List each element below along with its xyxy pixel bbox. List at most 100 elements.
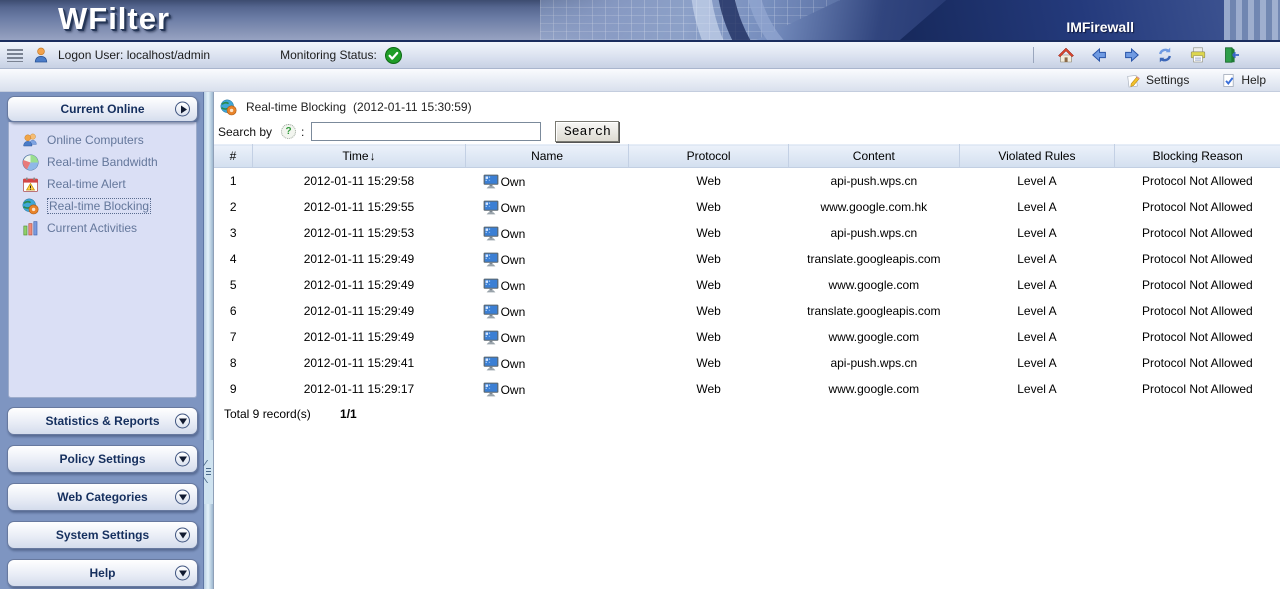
sidebar-panel-current-online[interactable]: Current Online [7, 96, 198, 122]
cell-num: 2 [214, 194, 252, 220]
cell-num: 7 [214, 324, 252, 350]
globe-gear-icon [220, 99, 237, 116]
cell-blocking-reason: Protocol Not Allowed [1115, 298, 1280, 324]
table-row: 42012-01-11 15:29:49OwnWebtranslate.goog… [214, 246, 1280, 272]
expand-arrow-icon[interactable] [175, 452, 190, 467]
cell-time: 2012-01-11 15:29:49 [252, 272, 465, 298]
cell-num: 9 [214, 376, 252, 402]
sidebar-panel-statistics-reports[interactable]: Statistics & Reports [7, 407, 198, 435]
cell-protocol: Web [629, 298, 789, 324]
cell-blocking-reason: Protocol Not Allowed [1115, 168, 1280, 195]
column-header-protocol[interactable]: Protocol [629, 145, 789, 168]
cell-time: 2012-01-11 15:29:55 [252, 194, 465, 220]
main-toolbar: Logon User: localhost/admin Monitoring S… [0, 42, 1280, 69]
cell-name: Own [466, 376, 629, 402]
cell-name: Own [466, 350, 629, 376]
computer-icon [483, 356, 499, 371]
cell-name: Own [466, 272, 629, 298]
table-row: 72012-01-11 15:29:49OwnWebwww.google.com… [214, 324, 1280, 350]
column-header-content[interactable]: Content [789, 145, 960, 168]
sidebar-panel-policy-settings[interactable]: Policy Settings [7, 445, 198, 473]
home-icon[interactable] [1057, 46, 1075, 64]
expand-arrow-icon[interactable] [175, 490, 190, 505]
column-header-num[interactable]: # [214, 145, 252, 168]
blocking-globe-icon [22, 198, 39, 215]
sort-descending-icon: ↓ [370, 149, 376, 163]
question-icon[interactable]: ? [281, 124, 296, 139]
table-row: 52012-01-11 15:29:49OwnWebwww.google.com… [214, 272, 1280, 298]
help-label: Help [1241, 73, 1266, 87]
search-button[interactable]: Search [555, 121, 619, 142]
sidebar-item-label: Online Computers [47, 133, 144, 147]
print-icon[interactable] [1189, 46, 1207, 64]
sidebar-item-label: Real-time Blocking [47, 198, 151, 214]
page-timestamp: (2012-01-11 15:30:59) [353, 100, 472, 114]
cell-violated-rules: Level A [959, 324, 1115, 350]
cell-violated-rules: Level A [959, 272, 1115, 298]
cell-time: 2012-01-11 15:29:49 [252, 324, 465, 350]
blocking-table: #Time↓NameProtocolContentViolated RulesB… [214, 144, 1280, 402]
product-name: IMFirewall [1066, 19, 1134, 35]
cell-time: 2012-01-11 15:29:53 [252, 220, 465, 246]
cell-content: api-push.wps.cn [789, 350, 960, 376]
refresh-icon[interactable] [1156, 46, 1174, 64]
sidebar-item-online-computers[interactable]: Online Computers [9, 129, 196, 151]
cell-num: 1 [214, 168, 252, 195]
expand-arrow-icon[interactable] [175, 566, 190, 581]
computer-icon [483, 252, 499, 267]
cell-content: translate.googleapis.com [789, 298, 960, 324]
sidebar-item-real-time-alert[interactable]: Real-time Alert [9, 173, 196, 195]
splitter-handle[interactable] [204, 440, 213, 504]
banner-building-image [540, 0, 1280, 40]
cell-violated-rules: Level A [959, 376, 1115, 402]
table-body: 12012-01-11 15:29:58OwnWebapi-push.wps.c… [214, 168, 1280, 403]
sidebar-splitter[interactable] [204, 92, 214, 589]
column-header-blocking-reason[interactable]: Blocking Reason [1115, 145, 1280, 168]
back-icon[interactable] [1090, 46, 1108, 64]
cell-name: Own [466, 194, 629, 220]
alert-calendar-icon [22, 176, 39, 193]
cell-time: 2012-01-11 15:29:49 [252, 246, 465, 272]
cell-content: www.google.com [789, 272, 960, 298]
cell-violated-rules: Level A [959, 194, 1115, 220]
cell-protocol: Web [629, 376, 789, 402]
logout-icon[interactable] [1222, 46, 1240, 64]
sidebar-panel-system-settings[interactable]: System Settings [7, 521, 198, 549]
computer-icon [483, 330, 499, 345]
toolbar-divider [1033, 47, 1034, 63]
settings-label: Settings [1146, 73, 1189, 87]
cell-protocol: Web [629, 324, 789, 350]
top-banner: WFilter IMFirewall [0, 0, 1280, 42]
cell-blocking-reason: Protocol Not Allowed [1115, 246, 1280, 272]
settings-button[interactable]: Settings [1126, 73, 1189, 88]
menu-icon[interactable] [7, 49, 23, 62]
cell-time: 2012-01-11 15:29:58 [252, 168, 465, 195]
sidebar-item-label: Current Activities [47, 221, 137, 235]
column-header-name[interactable]: Name [466, 145, 629, 168]
cell-protocol: Web [629, 194, 789, 220]
sidebar-item-current-activities[interactable]: Current Activities [9, 217, 196, 239]
help-button[interactable]: Help [1221, 73, 1266, 88]
quick-access-bar: Settings Help [0, 69, 1280, 92]
cell-violated-rules: Level A [959, 168, 1115, 195]
page-title: Real-time Blocking [246, 100, 346, 114]
column-header-violated-rules[interactable]: Violated Rules [959, 145, 1115, 168]
bandwidth-pie-icon [22, 154, 39, 171]
computer-icon [483, 278, 499, 293]
cell-num: 6 [214, 298, 252, 324]
expand-arrow-icon[interactable] [175, 528, 190, 543]
computer-icon [483, 304, 499, 319]
sidebar-item-real-time-blocking[interactable]: Real-time Blocking [9, 195, 196, 217]
column-header-time[interactable]: Time↓ [252, 145, 465, 168]
search-input[interactable] [311, 122, 541, 141]
expand-arrow-icon[interactable] [175, 414, 190, 429]
sidebar-panel-web-categories[interactable]: Web Categories [7, 483, 198, 511]
cell-violated-rules: Level A [959, 350, 1115, 376]
sidebar-panel-help[interactable]: Help [7, 559, 198, 587]
sidebar-item-label: Real-time Bandwidth [47, 155, 158, 169]
sidebar-item-real-time-bandwidth[interactable]: Real-time Bandwidth [9, 151, 196, 173]
table-row: 22012-01-11 15:29:55OwnWebwww.google.com… [214, 194, 1280, 220]
cell-time: 2012-01-11 15:29:17 [252, 376, 465, 402]
forward-icon[interactable] [1123, 46, 1141, 64]
collapse-arrow-icon[interactable] [175, 102, 190, 117]
